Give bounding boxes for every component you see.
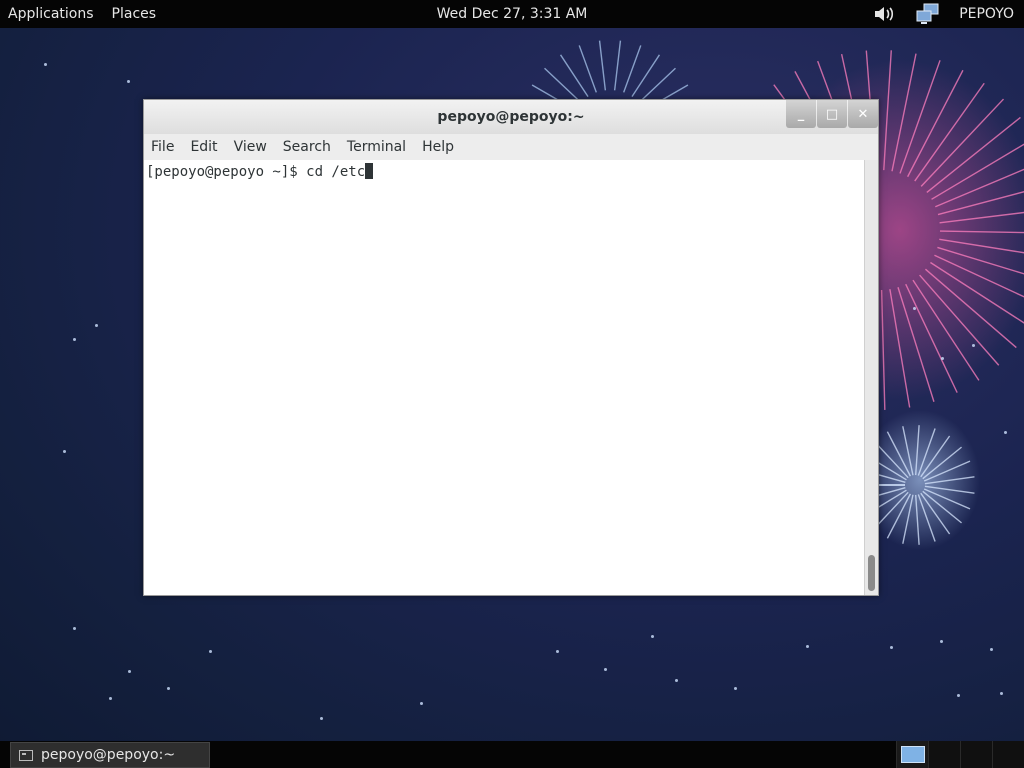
- star-decoration: [604, 668, 607, 671]
- firework-ray: [638, 67, 676, 104]
- star-decoration: [734, 687, 737, 690]
- taskbar-item-label: pepoyo@pepoyo:~: [41, 747, 176, 763]
- workspace-4[interactable]: [992, 741, 1024, 768]
- star-decoration: [1004, 431, 1007, 434]
- menu-help[interactable]: Help: [414, 139, 462, 155]
- minimize-button[interactable]: _: [786, 100, 816, 128]
- firework-ray: [544, 67, 582, 104]
- firework-ray: [578, 45, 597, 93]
- star-decoration: [128, 670, 131, 673]
- network-icon[interactable]: [915, 3, 941, 25]
- star-decoration: [73, 627, 76, 630]
- terminal-area[interactable]: [pepoyo@pepoyo ~]$ cd /etc: [144, 160, 864, 595]
- star-decoration: [890, 646, 893, 649]
- star-decoration: [651, 635, 654, 638]
- terminal-window[interactable]: pepoyo@pepoyo:~ _ □ ✕ File Edit View Sea…: [143, 99, 879, 596]
- workspace-1[interactable]: [896, 741, 928, 768]
- window-title: pepoyo@pepoyo:~: [437, 109, 585, 125]
- clock[interactable]: Wed Dec 27, 3:31 AM: [437, 6, 588, 22]
- menu-terminal[interactable]: Terminal: [339, 139, 414, 155]
- terminal-scrollbar[interactable]: [864, 160, 878, 595]
- volume-icon[interactable]: [873, 4, 897, 24]
- star-decoration: [209, 650, 212, 653]
- firework-ray: [613, 40, 622, 91]
- star-decoration: [127, 80, 130, 83]
- window-titlebar[interactable]: pepoyo@pepoyo:~ _ □ ✕: [144, 100, 878, 134]
- star-decoration: [940, 640, 943, 643]
- firework-ray: [631, 54, 661, 97]
- workspace-3[interactable]: [960, 741, 992, 768]
- user-menu[interactable]: PEPOYO: [959, 6, 1014, 22]
- top-panel: Applications Places Wed Dec 27, 3:31 AM …: [0, 0, 1024, 28]
- scrollbar-thumb[interactable]: [868, 555, 875, 591]
- star-decoration: [320, 717, 323, 720]
- close-button[interactable]: ✕: [848, 100, 878, 128]
- star-decoration: [167, 687, 170, 690]
- star-decoration: [913, 307, 916, 310]
- terminal-prompt-command: [pepoyo@pepoyo ~]$ cd /etc: [146, 164, 366, 180]
- workspace-switcher: [896, 741, 1024, 768]
- star-decoration: [806, 645, 809, 648]
- text-cursor: [365, 163, 374, 179]
- star-decoration: [109, 697, 112, 700]
- star-decoration: [95, 324, 98, 327]
- maximize-button[interactable]: □: [817, 100, 847, 128]
- star-decoration: [63, 450, 66, 453]
- menu-search[interactable]: Search: [275, 139, 339, 155]
- menu-bar: File Edit View Search Terminal Help: [144, 134, 878, 160]
- star-decoration: [44, 63, 47, 66]
- terminal-icon: [19, 749, 33, 761]
- workspace-2[interactable]: [928, 741, 960, 768]
- firework-ray: [623, 45, 642, 93]
- star-decoration: [556, 650, 559, 653]
- terminal-line: [pepoyo@pepoyo ~]$ cd /etc: [146, 163, 374, 180]
- bottom-panel: pepoyo@pepoyo:~: [0, 741, 1024, 768]
- star-decoration: [990, 648, 993, 651]
- star-decoration: [972, 344, 975, 347]
- menu-file[interactable]: File: [144, 139, 182, 155]
- star-decoration: [957, 694, 960, 697]
- workspace-window-preview: [900, 746, 925, 763]
- firework-ray: [559, 54, 589, 97]
- firework-ray: [598, 40, 607, 91]
- star-decoration: [73, 338, 76, 341]
- star-decoration: [420, 702, 423, 705]
- star-decoration: [941, 357, 944, 360]
- star-decoration: [675, 679, 678, 682]
- taskbar-item-terminal[interactable]: pepoyo@pepoyo:~: [10, 742, 210, 768]
- menu-edit[interactable]: Edit: [182, 139, 225, 155]
- star-decoration: [1000, 692, 1003, 695]
- menu-view[interactable]: View: [226, 139, 275, 155]
